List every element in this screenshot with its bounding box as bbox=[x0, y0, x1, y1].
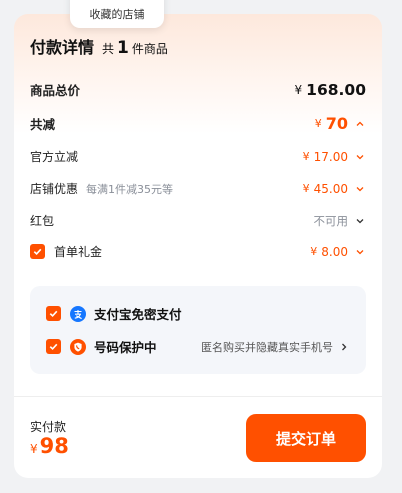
page-title: 付款详情 bbox=[30, 38, 95, 57]
option-number-protection[interactable]: 号码保护中 匿名购买并隐藏真实手机号 bbox=[46, 337, 350, 356]
discount-label: 首单礼金 bbox=[54, 245, 103, 259]
discount-row-shop[interactable]: 店铺优惠 每满1件减35元等 ¥ 45.00 bbox=[30, 180, 366, 197]
discount-currency: ¥ bbox=[302, 182, 310, 195]
pay-currency: ¥ bbox=[30, 442, 38, 456]
option-note: 匿名购买并隐藏真实手机号 bbox=[201, 340, 333, 354]
discount-value: 8.00 bbox=[321, 244, 348, 259]
check-icon bbox=[49, 310, 58, 318]
phone-shield-icon bbox=[70, 338, 86, 355]
tooltip-text: 收藏的店铺 bbox=[89, 8, 145, 21]
payment-details-card: 付款详情 共 1 件商品 商品总价 ¥ 168.00 共减 ¥ 70 官方立减 … bbox=[14, 14, 382, 478]
pay-amount-label: 实付款 bbox=[30, 420, 67, 434]
footer-divider bbox=[14, 396, 382, 397]
first-order-checkbox[interactable] bbox=[30, 244, 45, 259]
submit-order-button[interactable]: 提交订单 bbox=[246, 414, 366, 462]
chevron-up-icon[interactable] bbox=[354, 118, 366, 130]
total-discount-label: 共减 bbox=[30, 117, 56, 132]
goods-total-currency: ¥ bbox=[294, 82, 303, 97]
alipay-checkbox[interactable] bbox=[46, 306, 61, 321]
item-count: 1 bbox=[117, 38, 129, 58]
check-icon bbox=[33, 248, 42, 256]
red-packet-status: 不可用 bbox=[313, 213, 349, 228]
chevron-down-icon[interactable] bbox=[354, 183, 366, 195]
discount-value: 45.00 bbox=[313, 181, 348, 196]
chevron-down-icon[interactable] bbox=[354, 151, 366, 163]
discount-label: 店铺优惠 bbox=[30, 182, 79, 196]
pay-amount-value: 98 bbox=[39, 434, 69, 458]
alipay-icon bbox=[70, 305, 86, 322]
goods-total-value: 168.00 bbox=[306, 80, 366, 99]
number-protection-note[interactable]: 匿名购买并隐藏真实手机号 bbox=[201, 339, 350, 355]
total-discount-value: 70 bbox=[325, 114, 348, 133]
favorite-shop-tooltip: 收藏的店铺 bbox=[70, 0, 164, 28]
pay-amount: ¥ 98 bbox=[30, 434, 69, 458]
option-alipay-nopassword[interactable]: 支付宝免密支付 bbox=[46, 304, 350, 323]
check-icon bbox=[49, 343, 58, 351]
goods-total-row: 商品总价 ¥ 168.00 bbox=[30, 80, 366, 99]
chevron-right-icon[interactable] bbox=[338, 341, 350, 353]
goods-total-label: 商品总价 bbox=[30, 83, 81, 98]
option-label: 支付宝免密支付 bbox=[94, 307, 182, 322]
discount-note: 每满1件减35元等 bbox=[86, 182, 174, 196]
discount-currency: ¥ bbox=[310, 245, 318, 258]
discount-label: 官方立减 bbox=[30, 150, 79, 164]
discount-label: 红包 bbox=[30, 214, 55, 228]
number-protection-checkbox[interactable] bbox=[46, 339, 61, 354]
chevron-down-icon[interactable] bbox=[354, 215, 366, 227]
total-discount-row[interactable]: 共减 ¥ 70 bbox=[30, 114, 366, 133]
total-discount-currency: ¥ bbox=[314, 117, 322, 130]
discount-row-official[interactable]: 官方立减 ¥ 17.00 bbox=[30, 148, 366, 165]
discount-row-first-order[interactable]: 首单礼金 ¥ 8.00 bbox=[30, 243, 366, 260]
discount-currency: ¥ bbox=[302, 150, 310, 163]
discount-value: 17.00 bbox=[313, 149, 348, 164]
item-count-unit: 件商品 bbox=[131, 42, 168, 56]
item-count-prefix: 共 bbox=[102, 42, 115, 56]
payment-options-box: 支付宝免密支付 号码保护中 匿名购买并隐藏真实手机号 bbox=[30, 286, 366, 374]
discount-row-red-packet[interactable]: 红包 不可用 bbox=[30, 212, 366, 229]
payment-details-header: 付款详情 共 1 件商品 bbox=[30, 34, 168, 58]
chevron-down-icon[interactable] bbox=[354, 246, 366, 258]
option-label: 号码保护中 bbox=[94, 340, 157, 355]
